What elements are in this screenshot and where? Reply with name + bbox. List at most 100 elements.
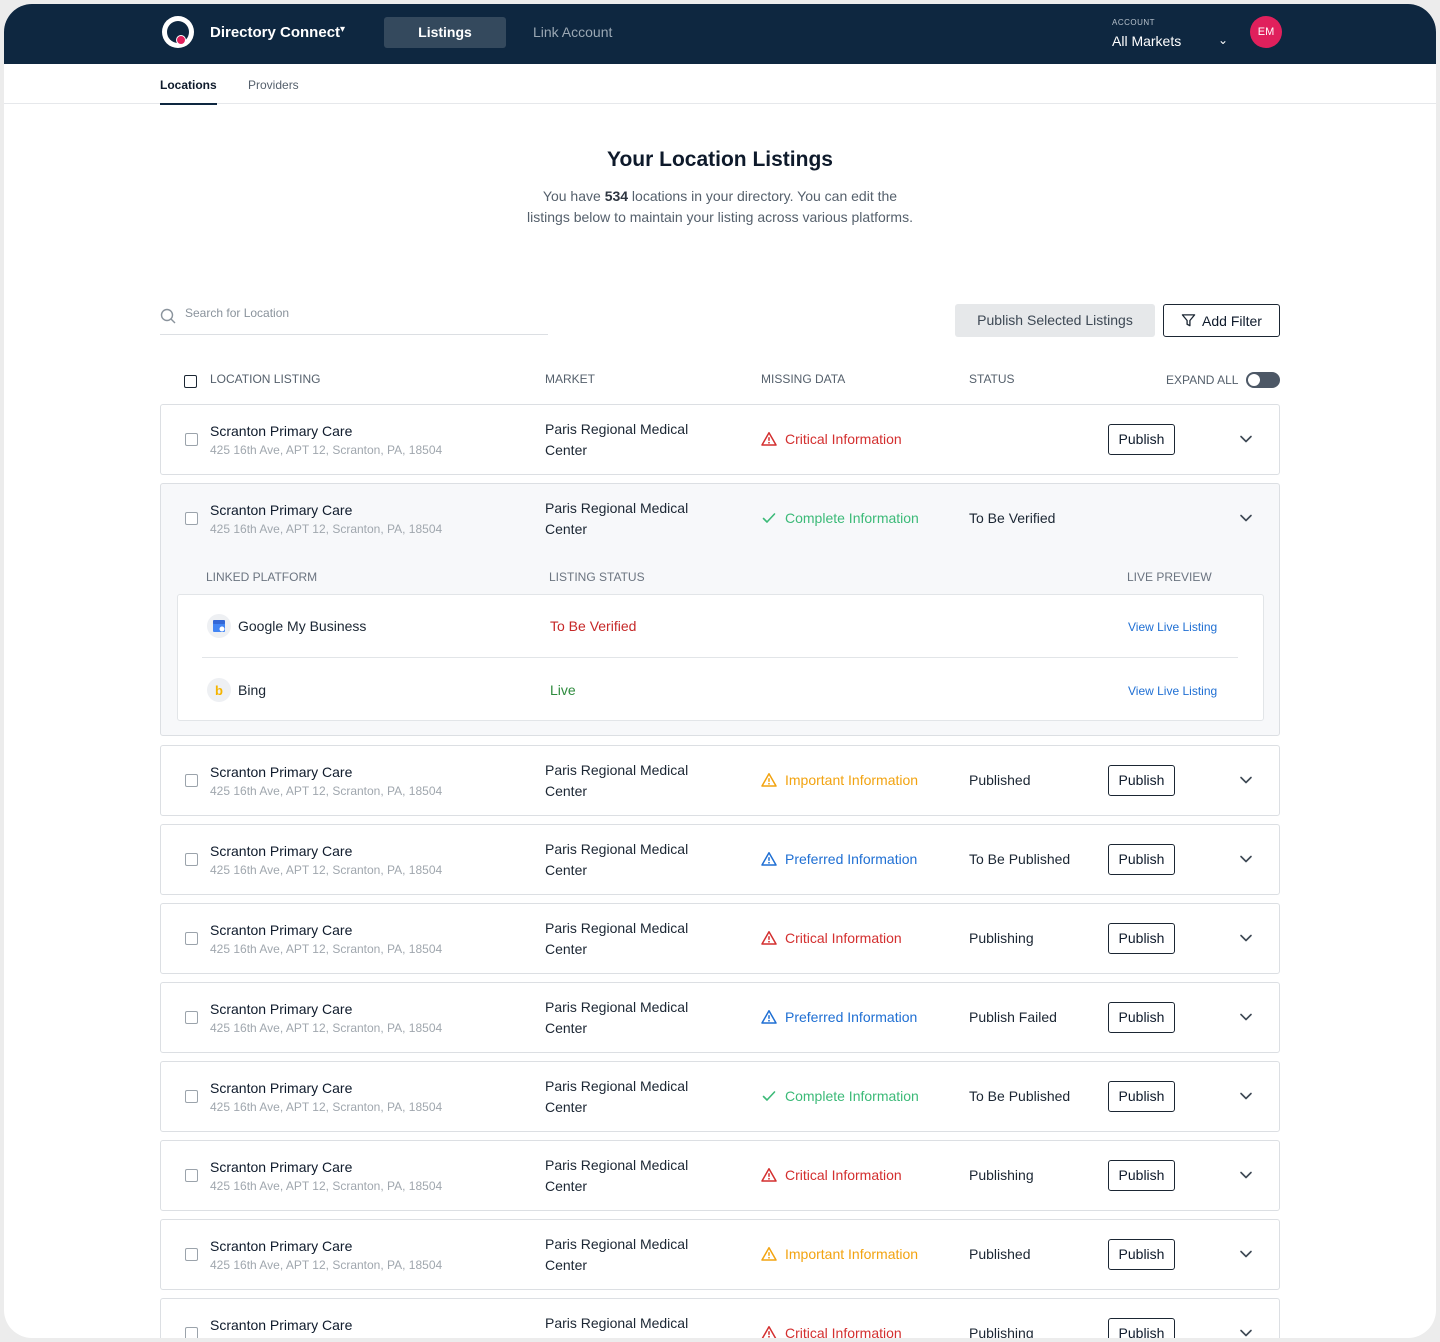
publish-button[interactable]: Publish xyxy=(1108,1081,1175,1112)
publish-button[interactable]: Publish xyxy=(1108,923,1175,954)
location-name: Scranton Primary Care xyxy=(210,1080,353,1096)
chevron-down-icon[interactable] xyxy=(1239,931,1253,945)
market-name: Paris Regional Medical Center xyxy=(545,1315,689,1338)
location-name: Scranton Primary Care xyxy=(210,922,353,938)
app-switcher[interactable]: Directory Connect xyxy=(210,24,340,41)
info-triangle-icon xyxy=(761,1010,777,1024)
page-title: Your Location Listings xyxy=(607,148,833,171)
missing-data-label: Preferred Information xyxy=(785,1009,918,1025)
chevron-down-icon[interactable] xyxy=(1239,432,1253,446)
missing-data-indicator: Critical Information xyxy=(761,1167,902,1183)
location-name: Scranton Primary Care xyxy=(210,423,353,439)
market-name: Paris Regional Medical Center xyxy=(545,762,689,799)
info-triangle-icon xyxy=(761,852,777,866)
add-filter-label: Add Filter xyxy=(1202,312,1262,329)
add-filter-button[interactable]: Add Filter xyxy=(1163,304,1280,337)
chevron-down-icon[interactable] xyxy=(1239,1168,1253,1182)
table-row-expanded[interactable]: Scranton Primary Care 425 16th Ave, APT … xyxy=(160,483,1280,736)
listing-status: Publishing xyxy=(969,1325,1034,1338)
row-checkbox[interactable] xyxy=(185,1248,198,1261)
google-my-business-icon xyxy=(207,614,231,638)
missing-data-indicator: Critical Information xyxy=(761,431,902,447)
nav-listings-tab[interactable]: Listings xyxy=(384,17,506,48)
location-address: 425 16th Ave, APT 12, Scranton, PA, 1850… xyxy=(210,1337,442,1338)
listing-status: Publishing xyxy=(969,1167,1034,1183)
linked-platforms-panel: Google My Business To Be Verified View Liv… xyxy=(177,594,1264,721)
bing-icon: b xyxy=(207,678,231,702)
chevron-down-icon[interactable]: ⌄ xyxy=(1218,33,1228,47)
row-checkbox[interactable] xyxy=(185,1011,198,1024)
tab-providers[interactable]: Providers xyxy=(248,78,299,92)
user-avatar[interactable]: EM xyxy=(1250,16,1282,48)
market-name: Paris Regional Medical Center xyxy=(545,999,689,1036)
platform-row: Google My Business To Be Verified View Liv… xyxy=(178,595,1265,658)
missing-data-indicator: Complete Information xyxy=(761,510,919,526)
warning-icon xyxy=(761,1326,777,1338)
tab-locations[interactable]: Locations xyxy=(160,78,217,105)
chevron-down-icon[interactable] xyxy=(1239,1010,1253,1024)
search-icon xyxy=(160,308,176,324)
nav-link-account-tab[interactable]: Link Account xyxy=(533,24,612,40)
publish-button[interactable]: Publish xyxy=(1108,1002,1175,1033)
row-checkbox[interactable] xyxy=(185,932,198,945)
publish-button[interactable]: Publish xyxy=(1108,1239,1175,1270)
warning-icon xyxy=(761,773,777,787)
location-name: Scranton Primary Care xyxy=(210,764,353,780)
view-live-listing-link[interactable]: View Live Listing xyxy=(1128,620,1217,634)
row-checkbox[interactable] xyxy=(185,1090,198,1103)
publish-button[interactable]: Publish xyxy=(1108,765,1175,796)
table-row[interactable]: Scranton Primary Care 425 16th Ave, APT … xyxy=(160,1219,1280,1290)
location-name: Scranton Primary Care xyxy=(210,1317,353,1333)
row-checkbox[interactable] xyxy=(185,1169,198,1182)
warning-icon xyxy=(761,931,777,945)
missing-data-label: Important Information xyxy=(785,772,919,788)
table-row[interactable]: Scranton Primary Care 425 16th Ave, APT … xyxy=(160,404,1280,475)
table-row[interactable]: Scranton Primary Care 425 16th Ave, APT … xyxy=(160,745,1280,816)
table-row[interactable]: Scranton Primary Care 425 16th Ave, APT … xyxy=(160,1061,1280,1132)
publish-button[interactable]: Publish xyxy=(1108,844,1175,875)
chevron-down-icon[interactable] xyxy=(1239,1089,1253,1103)
view-live-listing-link[interactable]: View Live Listing xyxy=(1128,684,1217,698)
row-checkbox[interactable] xyxy=(185,853,198,866)
app-logo-icon[interactable] xyxy=(162,16,194,48)
header-linked-platform: LINKED PLATFORM xyxy=(206,570,318,584)
publish-button[interactable]: Publish xyxy=(1108,424,1175,455)
search-field[interactable] xyxy=(160,304,548,335)
platform-name: Google My Business xyxy=(238,618,367,634)
chevron-down-icon[interactable] xyxy=(1239,852,1253,866)
table-row[interactable]: Scranton Primary Care 425 16th Ave, APT … xyxy=(160,824,1280,895)
listing-status: Published xyxy=(969,772,1031,788)
row-checkbox[interactable] xyxy=(185,512,198,525)
expand-all-toggle[interactable] xyxy=(1246,372,1280,388)
chevron-down-icon[interactable] xyxy=(1239,1326,1253,1338)
missing-data-indicator: Important Information xyxy=(761,1246,918,1262)
row-checkbox[interactable] xyxy=(185,1327,198,1338)
warning-icon xyxy=(761,432,777,446)
header-location: LOCATION LISTING xyxy=(210,372,321,386)
table-row[interactable]: Scranton Primary Care 425 16th Ave, APT … xyxy=(160,903,1280,974)
chevron-down-icon[interactable]: ▾ xyxy=(340,24,345,35)
missing-data-label: Critical Information xyxy=(785,930,902,946)
location-name: Scranton Primary Care xyxy=(210,843,353,859)
missing-data-indicator: Important Information xyxy=(761,772,918,788)
platform-row: b Bing Live View Live Listing xyxy=(178,659,1265,722)
platform-name: Bing xyxy=(238,682,267,698)
search-input[interactable] xyxy=(185,306,535,320)
select-all-checkbox[interactable] xyxy=(184,375,197,388)
row-checkbox[interactable] xyxy=(185,433,198,446)
table-row[interactable]: Scranton Primary Care 425 16th Ave, APT … xyxy=(160,1298,1280,1338)
missing-data-label: Critical Information xyxy=(785,1325,902,1338)
row-checkbox[interactable] xyxy=(185,774,198,787)
publish-button[interactable]: Publish xyxy=(1108,1318,1175,1338)
chevron-down-icon[interactable] xyxy=(1239,773,1253,787)
account-selector[interactable]: All Markets xyxy=(1112,33,1181,49)
market-name: Paris Regional Medical Center xyxy=(545,920,689,957)
publish-button[interactable]: Publish xyxy=(1108,1160,1175,1191)
table-row[interactable]: Scranton Primary Care 425 16th Ave, APT … xyxy=(160,1140,1280,1211)
publish-selected-button[interactable]: Publish Selected Listings xyxy=(955,304,1155,337)
chevron-down-icon[interactable] xyxy=(1239,511,1253,525)
table-row[interactable]: Scranton Primary Care 425 16th Ave, APT … xyxy=(160,982,1280,1053)
market-name: Paris Regional Medical Center xyxy=(545,841,689,878)
chevron-down-icon[interactable] xyxy=(1239,1247,1253,1261)
header-listing-status: LISTING STATUS xyxy=(549,570,645,584)
